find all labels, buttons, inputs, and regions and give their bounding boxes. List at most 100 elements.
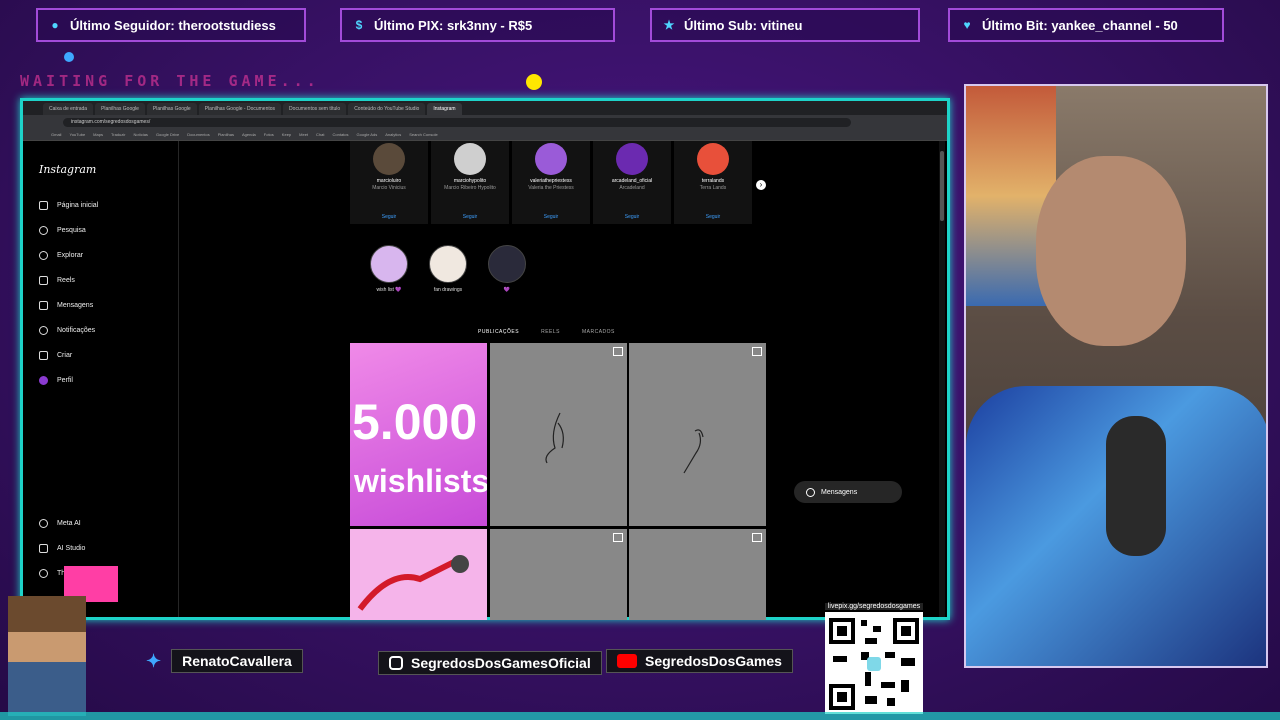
browser-tab[interactable]: Planilhas Google - Documentos	[198, 103, 282, 115]
suggestion-name: Arcadeland	[619, 185, 645, 191]
last-follower-text: Último Seguidor: therootstudiess	[70, 17, 276, 33]
waiting-banner: WAITING FOR THE GAME...	[20, 72, 320, 90]
bookmark[interactable]: Maps	[93, 132, 103, 137]
last-bit-box: ♥ Último Bit: yankee_channel - 50	[948, 8, 1224, 42]
nav-home[interactable]: Página inicial	[39, 201, 98, 210]
suggestion-username[interactable]: arcadeland_oficial	[593, 178, 671, 184]
nav-explore[interactable]: Explorar	[39, 251, 83, 260]
qr-link: livepix.gg/segredosdosgames	[825, 603, 923, 610]
browser-tab[interactable]: Planilhas Google	[95, 103, 145, 115]
follow-button[interactable]: Seguir	[350, 214, 428, 220]
nav-create[interactable]: Criar	[39, 351, 72, 360]
suggestion-username[interactable]: marciohypolito	[431, 178, 509, 184]
browser-tab-active[interactable]: Instagram	[427, 103, 462, 115]
tab-tagged[interactable]: MARCADOS	[582, 329, 615, 335]
post-tile[interactable]	[629, 343, 766, 526]
messages-button[interactable]: Mensagens	[794, 481, 902, 503]
bookmark[interactable]: Keep	[282, 132, 291, 137]
nav-label: Meta AI	[57, 520, 81, 527]
bookmark[interactable]: Chat	[316, 132, 324, 137]
avatar[interactable]	[454, 143, 486, 175]
suggestion-username[interactable]: terralands	[674, 178, 752, 184]
last-sub-text: Último Sub: vitineu	[684, 17, 803, 33]
bookmark[interactable]: Meet	[299, 132, 308, 137]
suggestion-username[interactable]: marcioluiro	[350, 178, 428, 184]
suggestion-name: Valeria the Priestess	[528, 185, 574, 191]
tab-reels[interactable]: REELS	[541, 329, 560, 335]
post-tile[interactable]	[629, 529, 766, 620]
bookmark[interactable]: Analytics	[385, 132, 401, 137]
follow-button[interactable]: Seguir	[512, 214, 590, 220]
reel-icon	[752, 533, 762, 542]
browser-tab[interactable]: Caixa de entrada	[43, 103, 94, 115]
overlay-topbar: ● Último Seguidor: therootstudiess $ Últ…	[0, 0, 1280, 50]
highlight[interactable]: wish list 💜	[369, 245, 409, 293]
browser-tab[interactable]: Planilhas Google	[146, 103, 197, 115]
follow-button[interactable]: Seguir	[431, 214, 509, 220]
heart-icon	[39, 326, 48, 335]
microphone	[1106, 416, 1166, 556]
avatar	[39, 376, 48, 385]
post-tile[interactable]	[350, 529, 487, 620]
post-text-bottom: wishlists	[354, 463, 487, 499]
scrollbar-thumb[interactable]	[940, 151, 944, 221]
messages-label: Mensagens	[821, 488, 858, 496]
suggestion-card: valeriathepriestess Valeria the Priestes…	[512, 141, 590, 224]
reels-icon	[39, 276, 48, 285]
post-tile[interactable]	[490, 343, 627, 526]
highlight[interactable]: 💜	[487, 245, 527, 293]
avatar[interactable]	[535, 143, 567, 175]
scrollbar[interactable]	[939, 141, 945, 617]
highlight-cover	[370, 245, 408, 283]
last-bit-text: Último Bit: yankee_channel - 50	[982, 17, 1178, 33]
post-tile[interactable]: 5.000 wishlists	[350, 343, 487, 526]
bookmark[interactable]: Agenda	[242, 132, 256, 137]
nav-search[interactable]: Pesquisa	[39, 226, 86, 235]
avatar[interactable]	[697, 143, 729, 175]
nav-reels[interactable]: Reels	[39, 276, 75, 285]
ai-studio-icon	[39, 544, 48, 553]
suggestion-username[interactable]: valeriathepriestess	[512, 178, 590, 184]
nav-notifications[interactable]: Notificações	[39, 326, 95, 335]
follow-button[interactable]: Seguir	[593, 214, 671, 220]
bookmark[interactable]: Traduzir	[111, 132, 126, 137]
url-input[interactable]: instagram.com/segredosdosgames/	[63, 118, 851, 127]
heart-icon: ♥	[963, 18, 971, 32]
avatar[interactable]	[373, 143, 405, 175]
follow-button[interactable]: Seguir	[674, 214, 752, 220]
nav-messages[interactable]: Mensagens	[39, 301, 93, 310]
bookmark[interactable]: Documentos	[187, 132, 209, 137]
bookmark[interactable]: Notícias	[133, 132, 147, 137]
user-icon: ●	[51, 18, 59, 32]
nav-label: Perfil	[57, 377, 73, 384]
chevron-right-icon[interactable]: ›	[756, 180, 766, 190]
youtube-handle-box: SegredosDosGames	[606, 649, 793, 673]
highlight-label: 💜	[503, 287, 511, 293]
bookmark[interactable]: Search Console	[409, 132, 437, 137]
twitter-icon: ✦	[146, 650, 162, 671]
twitter-handle: RenatoCavallera	[171, 649, 303, 673]
bookmark[interactable]: Gmail	[51, 132, 61, 137]
browser-tab[interactable]: Documentos sem título	[283, 103, 347, 115]
browser-window: Caixa de entrada Planilhas Google Planil…	[20, 98, 950, 620]
bookmark[interactable]: Contatos	[333, 132, 349, 137]
bookmark[interactable]: Google Ads	[357, 132, 378, 137]
bookmark[interactable]: Planilhas	[218, 132, 234, 137]
last-pix-box: $ Último PIX: srk3nny - R$5	[340, 8, 615, 42]
browser-tab[interactable]: Conteúdo do YouTube Studio	[348, 103, 426, 115]
nav-meta-ai[interactable]: Meta AI	[39, 519, 81, 528]
bookmark[interactable]: YouTube	[69, 132, 85, 137]
plus-icon	[39, 351, 48, 360]
twitter-social: ✦ RenatoCavallera	[146, 648, 303, 674]
instagram-logo[interactable]: Instagram	[39, 163, 96, 176]
tab-posts[interactable]: PUBLICAÇÕES	[478, 329, 519, 335]
post-tile[interactable]	[490, 529, 627, 620]
last-follower-box: ● Último Seguidor: therootstudiess	[36, 8, 306, 42]
nav-profile[interactable]: Perfil	[39, 376, 73, 385]
avatar[interactable]	[616, 143, 648, 175]
nav-ai-studio[interactable]: AI Studio	[39, 544, 85, 553]
highlight[interactable]: fan drawings	[428, 245, 468, 293]
bookmark[interactable]: Fotos	[264, 132, 274, 137]
qr-code	[825, 612, 923, 714]
bookmark[interactable]: Google Drive	[156, 132, 179, 137]
